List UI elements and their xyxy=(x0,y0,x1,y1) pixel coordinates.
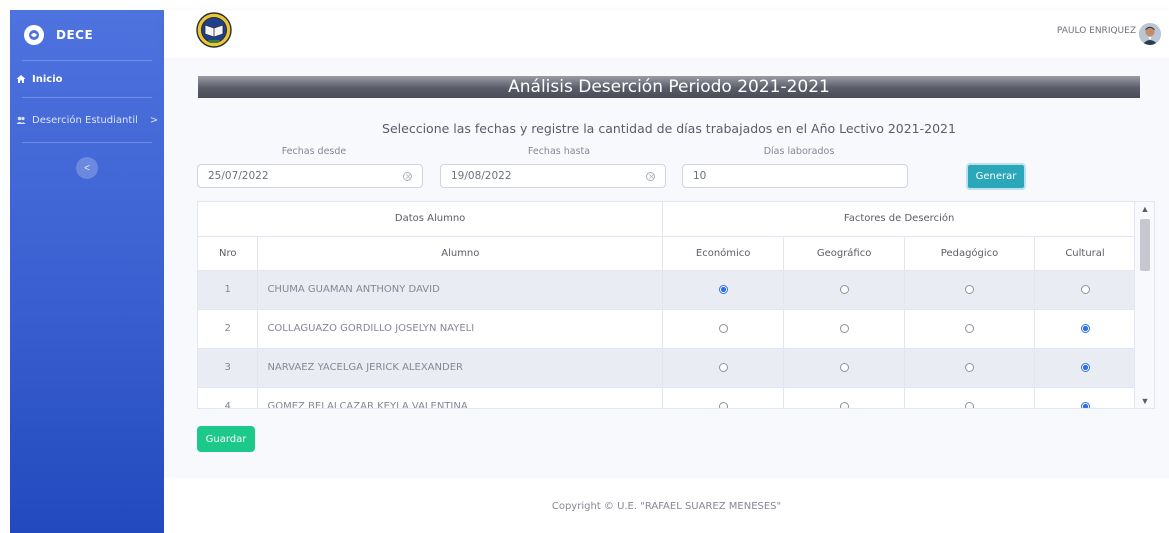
factor-cell xyxy=(783,270,906,310)
factor-radio[interactable] xyxy=(1080,401,1090,408)
to-date-value: 19/08/2022 xyxy=(451,170,512,182)
save-button[interactable]: Guardar xyxy=(197,426,255,452)
factor-cell xyxy=(1034,270,1136,310)
sidebar-brand[interactable]: DECE xyxy=(10,10,164,60)
factor-cell xyxy=(662,387,785,408)
column-header-cultural: Cultural xyxy=(1034,236,1136,271)
sidebar-item-desercion[interactable]: Deserción Estudiantil > xyxy=(10,98,164,142)
factor-radio[interactable] xyxy=(965,401,975,408)
clear-icon[interactable] xyxy=(403,166,412,188)
users-icon xyxy=(16,115,26,125)
desertion-table: Datos Alumno Factores de Deserción Nro A… xyxy=(197,201,1155,409)
factor-radio[interactable] xyxy=(839,401,849,408)
factor-radio[interactable] xyxy=(1080,284,1090,294)
to-date-label: Fechas hasta xyxy=(527,146,591,157)
student-name: COLLAGUAZO GORDILLO JOSELYN NAYELI xyxy=(257,309,664,349)
generate-button[interactable]: Generar xyxy=(966,163,1026,190)
sidebar-item-label: Deserción Estudiantil xyxy=(32,114,138,126)
brand-name: DECE xyxy=(56,28,94,42)
table-row: 2 COLLAGUAZO GORDILLO JOSELYN NAYELI xyxy=(198,309,1136,349)
column-header-alumno: Alumno xyxy=(257,236,664,271)
days-value: 10 xyxy=(693,170,707,182)
instruction-text: Seleccione las fechas y registre la cant… xyxy=(382,121,956,136)
factor-radio[interactable] xyxy=(839,323,849,333)
factor-cell xyxy=(783,387,906,408)
sidebar-item-inicio[interactable]: Inicio xyxy=(10,61,164,97)
scrollbar-thumb[interactable] xyxy=(1140,219,1150,271)
topbar: PAULO ENRIQUEZ xyxy=(164,10,1169,58)
factor-radio[interactable] xyxy=(718,284,728,294)
student-name: CHUMA GUAMAN ANTHONY DAVID xyxy=(257,270,664,310)
factor-cell xyxy=(662,270,785,310)
row-number: 3 xyxy=(198,348,259,388)
student-name: GOMEZ BELALCAZAR KEYLA VALENTINA xyxy=(257,387,664,408)
factor-cell xyxy=(904,309,1035,349)
student-name: NARVAEZ YACELGA JERICK ALEXANDER xyxy=(257,348,664,388)
home-icon xyxy=(16,74,26,84)
factor-cell xyxy=(904,348,1035,388)
row-number: 4 xyxy=(198,387,259,408)
days-input[interactable]: 10 xyxy=(682,164,908,188)
school-logo-icon xyxy=(196,12,232,48)
factor-radio[interactable] xyxy=(839,284,849,294)
factor-radio[interactable] xyxy=(1080,362,1090,372)
factor-cell xyxy=(662,309,785,349)
main-content: Análisis Deserción Periodo 2021-2021 Sel… xyxy=(164,58,1169,478)
sidebar-toggle-button[interactable]: < xyxy=(76,157,98,179)
factor-cell xyxy=(783,348,906,388)
factor-radio[interactable] xyxy=(839,362,849,372)
from-date-label: Fechas desde xyxy=(281,146,347,157)
table-row: 3 NARVAEZ YACELGA JERICK ALEXANDER xyxy=(198,348,1136,388)
factor-cell xyxy=(904,270,1035,310)
page-title: Análisis Deserción Periodo 2021-2021 xyxy=(198,76,1140,98)
footer-copyright: Copyright © U.E. "RAFAEL SUAREZ MENESES" xyxy=(164,480,1169,533)
from-date-value: 25/07/2022 xyxy=(208,170,269,182)
factor-cell xyxy=(1034,309,1136,349)
table-row: 1 CHUMA GUAMAN ANTHONY DAVID xyxy=(198,270,1136,310)
factor-radio[interactable] xyxy=(718,323,728,333)
user-name[interactable]: PAULO ENRIQUEZ xyxy=(1057,26,1136,36)
column-header-pedagogico: Pedagógico xyxy=(904,236,1035,271)
column-header-geografico: Geográfico xyxy=(783,236,906,271)
sidebar-item-label: Inicio xyxy=(32,73,63,85)
factor-radio[interactable] xyxy=(1080,323,1090,333)
scroll-up-arrow-icon[interactable]: ▲ xyxy=(1135,202,1154,216)
brain-logo-icon xyxy=(24,25,44,45)
factor-radio[interactable] xyxy=(718,401,728,408)
column-header-nro: Nro xyxy=(198,236,259,271)
factor-cell xyxy=(1034,387,1136,408)
app-root: DECE Inicio Deserción Estudiantil > < PA… xyxy=(0,0,1169,533)
column-header-economico: Económico xyxy=(662,236,785,271)
row-number: 1 xyxy=(198,270,259,310)
group-header-student: Datos Alumno xyxy=(198,202,664,237)
factor-cell xyxy=(662,348,785,388)
chevron-left-icon: < xyxy=(84,162,90,174)
user-avatar[interactable] xyxy=(1139,23,1161,45)
days-label: Días laborados xyxy=(763,146,835,157)
from-date-input[interactable]: 25/07/2022 xyxy=(197,164,423,188)
chevron-right-icon: > xyxy=(149,114,159,126)
group-header-factors: Factores de Deserción xyxy=(662,202,1136,237)
factor-cell xyxy=(904,387,1035,408)
factor-radio[interactable] xyxy=(965,362,975,372)
clear-icon[interactable] xyxy=(646,166,655,188)
factor-cell xyxy=(783,309,906,349)
factor-radio[interactable] xyxy=(718,362,728,372)
to-date-input[interactable]: 19/08/2022 xyxy=(440,164,666,188)
scroll-down-arrow-icon[interactable]: ▼ xyxy=(1135,394,1154,408)
sidebar: DECE Inicio Deserción Estudiantil > < xyxy=(10,10,164,533)
factor-radio[interactable] xyxy=(965,284,975,294)
row-number: 2 xyxy=(198,309,259,349)
factor-radio[interactable] xyxy=(965,323,975,333)
table-scrollbar[interactable]: ▲ ▼ xyxy=(1134,202,1154,408)
table-row: 4 GOMEZ BELALCAZAR KEYLA VALENTINA xyxy=(198,387,1136,408)
factor-cell xyxy=(1034,348,1136,388)
